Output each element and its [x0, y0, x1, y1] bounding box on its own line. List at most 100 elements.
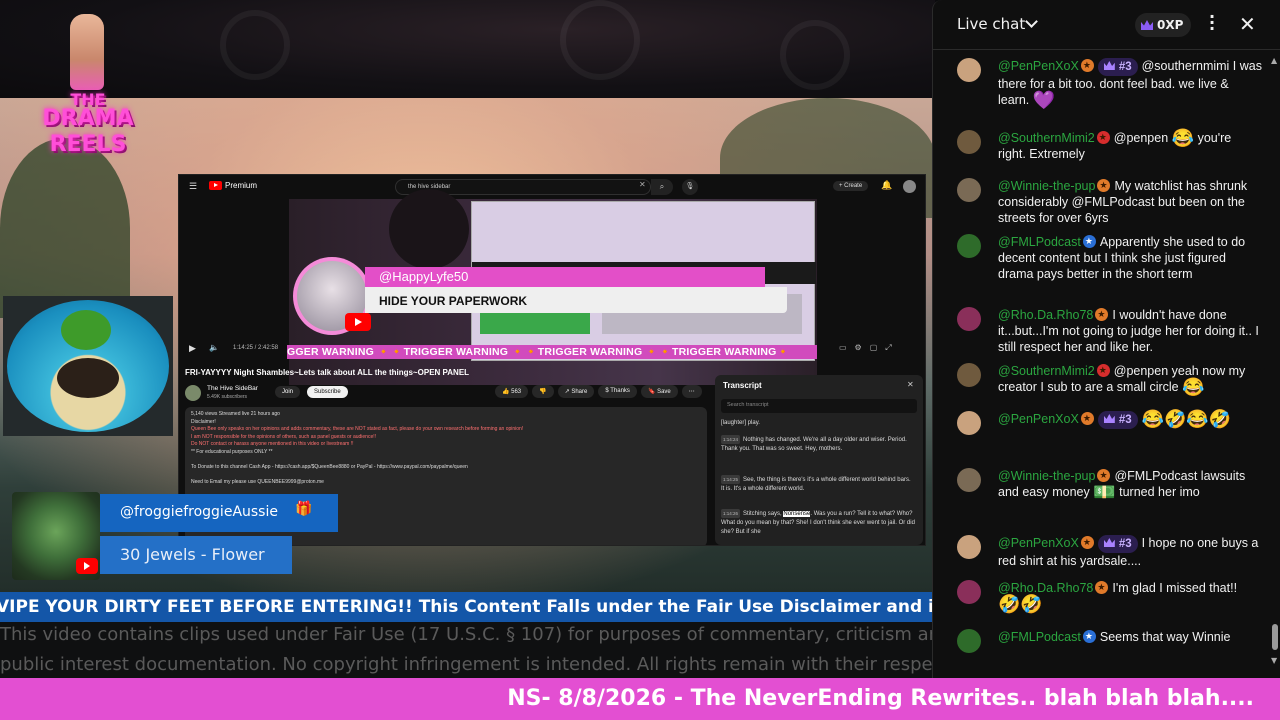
rank-value: #3 — [1118, 538, 1132, 550]
film-reel-decoration — [780, 20, 850, 90]
description-line: ** For educational purposes ONLY ** — [191, 448, 273, 455]
chat-author-name[interactable]: @SouthernMimi2 — [998, 131, 1095, 145]
logo-text-line2: DRAMA — [42, 106, 134, 131]
player-controls: ▶ 🔈 1:14:25 / 2:42:58 ▭⚙▢⤢ — [179, 341, 925, 357]
chat-author-name[interactable]: @Rho.Da.Rho78 — [998, 308, 1093, 322]
video-action-button[interactable]: $ Thanks — [598, 385, 637, 398]
search-icon[interactable]: ⌕ — [651, 179, 673, 195]
description-line: Disclaimer! — [191, 418, 216, 425]
transcript-text: See, the thing is there's it's a whole d… — [721, 477, 911, 492]
more-options-icon[interactable]: · · · — [1207, 9, 1217, 37]
description-line: Queen Bee only speaks on her opinions an… — [191, 426, 524, 432]
volume-icon[interactable]: 🔈 — [209, 343, 219, 352]
emoji-icon: 😂🤣😂🤣 — [1141, 409, 1232, 429]
description-line: Need to Email my please use QUEENBEE9999… — [191, 478, 324, 485]
chat-author-avatar[interactable] — [957, 580, 981, 604]
video-action-button[interactable]: ⋯ — [681, 385, 702, 398]
scorpion-island-avatar — [3, 296, 173, 436]
microphone-icon[interactable]: 🎙 — [682, 179, 698, 195]
chat-author-avatar[interactable] — [957, 130, 981, 154]
chat-author-avatar[interactable] — [957, 234, 981, 258]
channel-subscribers: 5.49K subscribers — [207, 394, 248, 400]
chat-author-name[interactable]: @Winnie-the-pup — [998, 469, 1095, 483]
scroll-down-icon[interactable]: ▼ — [1271, 656, 1277, 665]
chat-author-avatar[interactable] — [957, 363, 981, 387]
youtube-brand: Premium — [225, 181, 258, 190]
member-badge-icon — [1095, 306, 1109, 322]
emoji-icon: 🤣🤣 — [998, 594, 1043, 614]
channel-name[interactable]: The Hive SideBar — [207, 385, 258, 392]
chat-author-name[interactable]: @SouthernMimi2 — [998, 364, 1095, 378]
subscribe-button[interactable]: Subscribe — [307, 386, 348, 398]
chat-scrollbar[interactable]: ▲ ▼ — [1271, 56, 1279, 668]
crown-icon — [1103, 538, 1115, 547]
live-chat-title[interactable]: Live chat — [957, 15, 1025, 33]
xp-badge[interactable]: 0XP — [1135, 13, 1192, 37]
member-badge-icon — [1096, 129, 1110, 145]
chat-message-body: @SouthernMimi2@penpen 😂 you're right. Ex… — [998, 129, 1262, 162]
ticker-text: VIPE YOUR DIRTY FEET BEFORE ENTERING!! T… — [0, 597, 935, 617]
chat-author-avatar[interactable] — [957, 58, 981, 82]
chat-author-name[interactable]: @Winnie-the-pup — [998, 179, 1095, 193]
transcript-segment[interactable]: 1:14:26 Stitching says, Nonsense. Was you… — [721, 509, 915, 537]
transcript-segment[interactable]: 1:14:25 See, the thing is there's it's a … — [721, 475, 915, 494]
transcript-search-input[interactable]: Search transcript — [721, 399, 917, 413]
scroll-up-icon[interactable]: ▲ — [1271, 56, 1277, 65]
member-badge-icon — [1097, 467, 1111, 483]
rank-badge: #3 — [1097, 411, 1138, 429]
xp-value: 0XP — [1157, 18, 1184, 32]
clear-search-icon[interactable]: ✕ — [639, 180, 646, 189]
member-badge-icon — [1095, 579, 1109, 595]
chat-author-avatar[interactable] — [957, 629, 981, 653]
transcript-segment[interactable]: 1:14:24 Nothing has changed. We're all a … — [721, 435, 915, 454]
video-action-button[interactable]: ↗ Share — [557, 385, 595, 398]
chat-author-name[interactable]: @PenPenXoX — [998, 59, 1079, 73]
chat-author-name[interactable]: @PenPenXoX — [998, 536, 1079, 550]
chat-author-avatar[interactable] — [957, 468, 981, 492]
video-action-button[interactable]: 🔖 Save — [640, 385, 678, 398]
player-time: 1:14:25 / 2:42:58 — [233, 345, 279, 351]
featured-comment-text: HIDE YOUR PAPERWORK — [365, 287, 787, 313]
gift-notification: @froggiefroggieAussie 🎁 30 Jewels - Flow… — [10, 492, 340, 580]
account-avatar[interactable] — [903, 180, 916, 193]
video-action-button[interactable]: 👍 563 — [495, 385, 529, 398]
member-badge-icon — [1080, 534, 1094, 550]
drama-reels-logo: THE DRAMA REELS — [18, 14, 158, 157]
transcript-text: Stitching says, Nonsense. Was you a run?… — [721, 511, 915, 535]
chat-message-text: I'm glad I missed that!! — [1112, 581, 1238, 595]
chat-author-name[interactable]: @Rho.Da.Rho78 — [998, 581, 1093, 595]
transcript-timestamp: 1:14:24 — [721, 435, 741, 444]
chat-message-text-continued: turned her imo — [1119, 485, 1200, 499]
scrollbar-thumb[interactable] — [1272, 624, 1278, 650]
video-actions: 👍 563 👎 ↗ Share $ Thanks 🔖 Save ⋯ — [495, 385, 702, 398]
chat-author-name[interactable]: @FMLPodcast — [998, 630, 1081, 644]
close-icon[interactable]: ✕ — [1239, 12, 1256, 36]
menu-icon[interactable]: ☰ — [189, 181, 197, 192]
youtube-logo[interactable]: Premium — [209, 181, 257, 190]
chat-author-avatar[interactable] — [957, 411, 981, 435]
member-badge-icon — [1082, 628, 1096, 644]
join-button[interactable]: Join — [275, 386, 301, 398]
channel-avatar[interactable] — [185, 385, 201, 401]
description-line: 5,140 views Streamed live 21 hours ago — [191, 411, 280, 417]
description-line — [191, 471, 701, 479]
member-badge-icon — [1080, 57, 1094, 73]
chat-message-body: @Rho.Da.Rho78I wouldn't have done it...b… — [998, 306, 1262, 355]
gift-icon: 🎁 — [295, 501, 313, 517]
emoji-icon: 💜 — [1032, 90, 1056, 110]
transcript-segment[interactable]: [laughter] play. — [721, 419, 915, 428]
chat-author-avatar[interactable] — [957, 535, 981, 559]
chat-author-name[interactable]: @PenPenXoX — [998, 412, 1079, 426]
chat-author-avatar[interactable] — [957, 178, 981, 202]
youtube-topbar: ☰ Premium the hive sidebar ✕ ⌕ 🎙 + Creat… — [179, 175, 925, 199]
member-badge-icon — [1080, 410, 1094, 426]
player-settings-icons[interactable]: ▭⚙▢⤢ — [839, 343, 900, 353]
close-transcript-icon[interactable]: ✕ — [907, 380, 914, 389]
create-button[interactable]: + Create — [833, 181, 869, 191]
notifications-icon[interactable]: 🔔 — [881, 180, 892, 191]
play-icon[interactable]: ▶ — [189, 343, 196, 354]
chevron-down-icon[interactable] — [1025, 15, 1038, 28]
chat-author-avatar[interactable] — [957, 307, 981, 331]
video-action-button[interactable]: 👎 — [532, 385, 554, 398]
chat-author-name[interactable]: @FMLPodcast — [998, 235, 1081, 249]
